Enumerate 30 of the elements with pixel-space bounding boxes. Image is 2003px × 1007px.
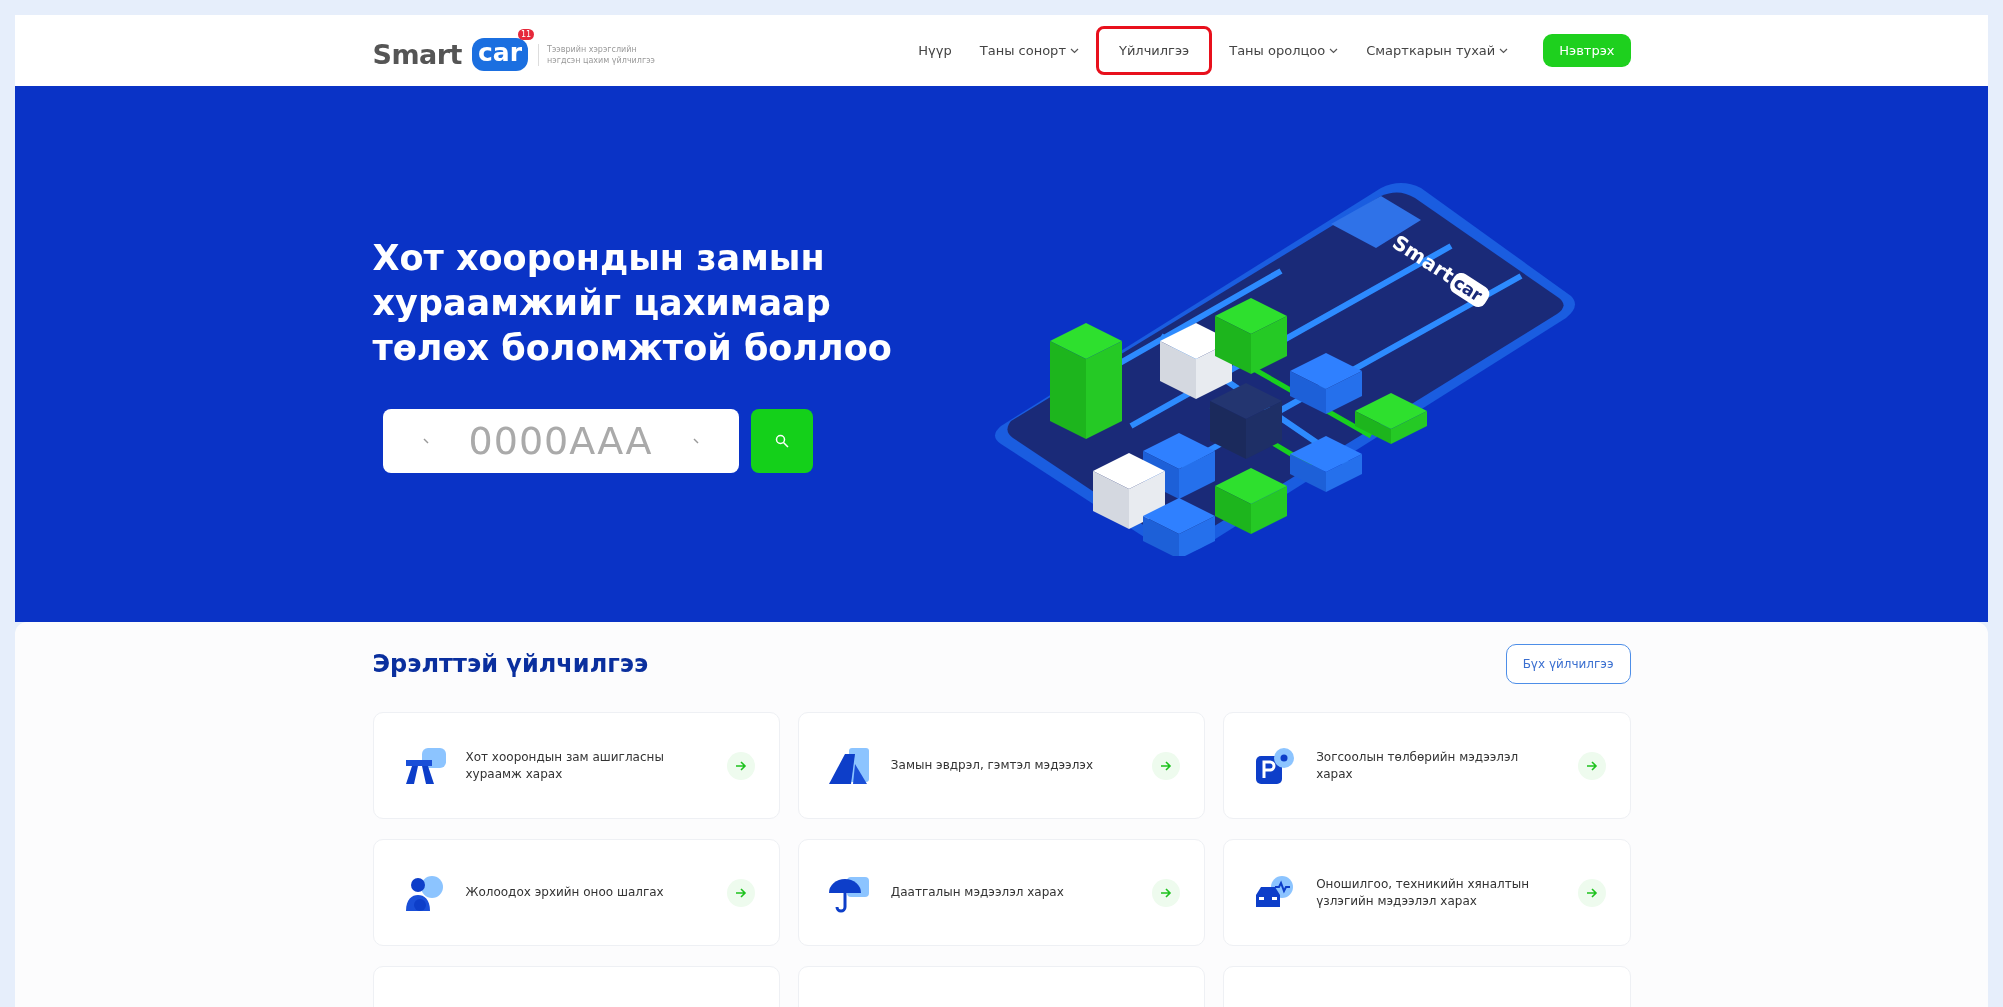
nav-link[interactable]: Смарткарын тухай bbox=[1355, 26, 1520, 75]
service-label: Даатгалын мэдээлэл харах bbox=[890, 884, 1065, 901]
logo-badge: car bbox=[472, 38, 529, 71]
service-label: Хот хоорондын зам ашигласны хураамж харах bbox=[465, 748, 665, 783]
service-label: Оношилгоо, техникийн хяналтын үзлэгийн мэдээлэл харах bbox=[1316, 875, 1530, 910]
section-heading: Эрэлттэй үйлчилгээ bbox=[372, 650, 649, 678]
nav-link[interactable]: Таны сонорт bbox=[968, 26, 1090, 75]
service-card[interactable]: Жолоодох эрхийн оноо шалгах bbox=[372, 839, 780, 946]
service-label: Зогсоолын төлбөрийн мэдээлэл харах bbox=[1316, 748, 1520, 783]
logo-text: Smart bbox=[372, 39, 463, 70]
screw-icon bbox=[422, 438, 429, 444]
plate-field[interactable]: 0000AAA bbox=[382, 409, 739, 473]
nav-link[interactable]: Үйлчилгээ bbox=[1095, 26, 1213, 75]
logo-count-badge: 11 bbox=[517, 29, 535, 40]
service-label: Жолоодох эрхийн оноо шалгах bbox=[465, 884, 665, 901]
search-icon bbox=[774, 434, 789, 448]
hero-title: Хот хоорондын замын хураамжийг цахимаар төлөх боломжтой боллоо bbox=[372, 237, 893, 370]
service-card[interactable]: Оношилгоо, техникийн хяналтын үзлэгийн мэдээлэл харах bbox=[1223, 839, 1631, 946]
service-card[interactable]: Зогсоолын төлбөрийн мэдээлэл харах bbox=[1223, 712, 1631, 819]
nav-link[interactable]: Таны оролцоо bbox=[1218, 26, 1350, 75]
service-card[interactable]: Даатгалын мэдээлэл харах bbox=[797, 839, 1206, 946]
search-button[interactable] bbox=[750, 409, 813, 473]
logo[interactable]: Smart car 11 Тээврийн хэрэгслийн нэгдсэн цахим үйлчилгээ bbox=[372, 28, 663, 73]
service-label: Замын эвдрэл, гэмтэл мэдээлэх bbox=[890, 757, 1094, 774]
service-card[interactable]: Хот хоорондын зам ашигласны хураамж харах bbox=[372, 712, 780, 819]
screw-icon bbox=[692, 438, 699, 444]
service-card[interactable]: Замын эвдрэл, гэмтэл мэдээлэх bbox=[797, 712, 1206, 819]
all-services-button[interactable]: Бүх үйлчилгээ bbox=[1505, 644, 1631, 684]
logo-tagline: Тээврийн хэрэгслийн нэгдсэн цахим үйлчилгээ bbox=[538, 43, 655, 66]
nav-link[interactable]: Нүүр bbox=[907, 26, 963, 75]
